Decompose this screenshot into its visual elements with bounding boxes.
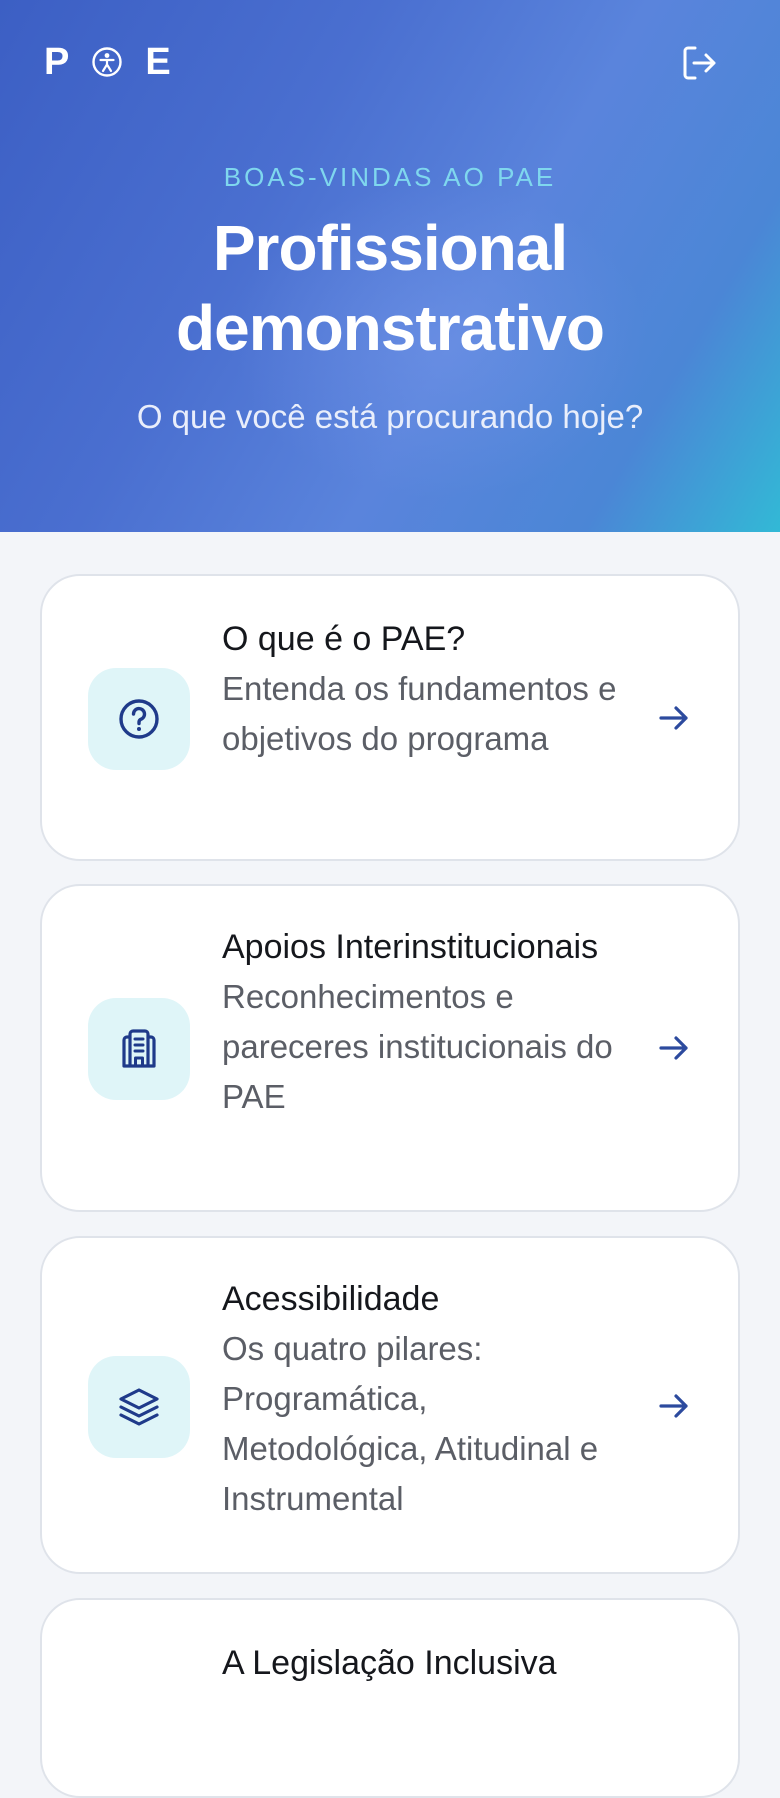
page-title-line1: Profissional — [212, 212, 568, 284]
arrow-right-icon[interactable] — [656, 1030, 692, 1066]
card-description: Reconhecimentos e pareceres instituciona… — [222, 978, 613, 1115]
card-icon-box — [88, 668, 190, 770]
card-legislacao-inclusiva[interactable]: A Legislação Inclusiva — [40, 1598, 740, 1798]
page-title-line2: demonstrativo — [176, 292, 605, 364]
card-icon-box — [88, 1356, 190, 1458]
page-title: Profissional demonstrativo — [0, 208, 780, 368]
card-title: A Legislação Inclusiva — [222, 1644, 557, 1682]
card-title: Apoios Interinstitucionais — [222, 928, 599, 966]
card-acessibilidade[interactable]: Acessibilidade Os quatro pilares: Progra… — [40, 1236, 740, 1574]
arrow-right-icon[interactable] — [656, 700, 692, 736]
logout-icon[interactable] — [678, 42, 720, 84]
pae-logo[interactable]: P E — [44, 40, 171, 83]
card-o-que-e-pae[interactable]: O que é o PAE? Entenda os fundamentos e … — [40, 574, 740, 861]
card-description: Entenda os fundamentos e objetivos do pr… — [222, 670, 617, 757]
question-circle-icon — [119, 699, 159, 739]
card-title: Acessibilidade — [222, 1280, 440, 1318]
card-text: Apoios Interinstitucionais Reconheciment… — [222, 926, 632, 1122]
logo-letter-e: E — [145, 40, 171, 83]
accessibility-person-icon — [92, 47, 123, 77]
page-subtitle: O que você está procurando hoje? — [136, 398, 644, 435]
layers-icon — [119, 1388, 159, 1426]
welcome-eyebrow: BOAS-VINDAS AO PAE — [223, 162, 557, 192]
card-text: A Legislação Inclusiva — [222, 1642, 692, 1684]
card-description: Os quatro pilares: Programática, Metodol… — [222, 1330, 599, 1517]
card-text: Acessibilidade Os quatro pilares: Progra… — [222, 1278, 632, 1524]
logo-letter-p: P — [44, 40, 70, 83]
card-text: O que é o PAE? Entenda os fundamentos e … — [222, 618, 632, 764]
building-icon — [122, 1029, 156, 1068]
card-title: O que é o PAE? — [222, 620, 466, 658]
card-icon-box — [88, 998, 190, 1100]
card-apoios-interinstitucionais[interactable]: Apoios Interinstitucionais Reconheciment… — [40, 884, 740, 1212]
hero-header: P E BOAS-VINDAS AO PAE Profissional demo… — [0, 0, 780, 532]
arrow-right-icon[interactable] — [656, 1388, 692, 1424]
